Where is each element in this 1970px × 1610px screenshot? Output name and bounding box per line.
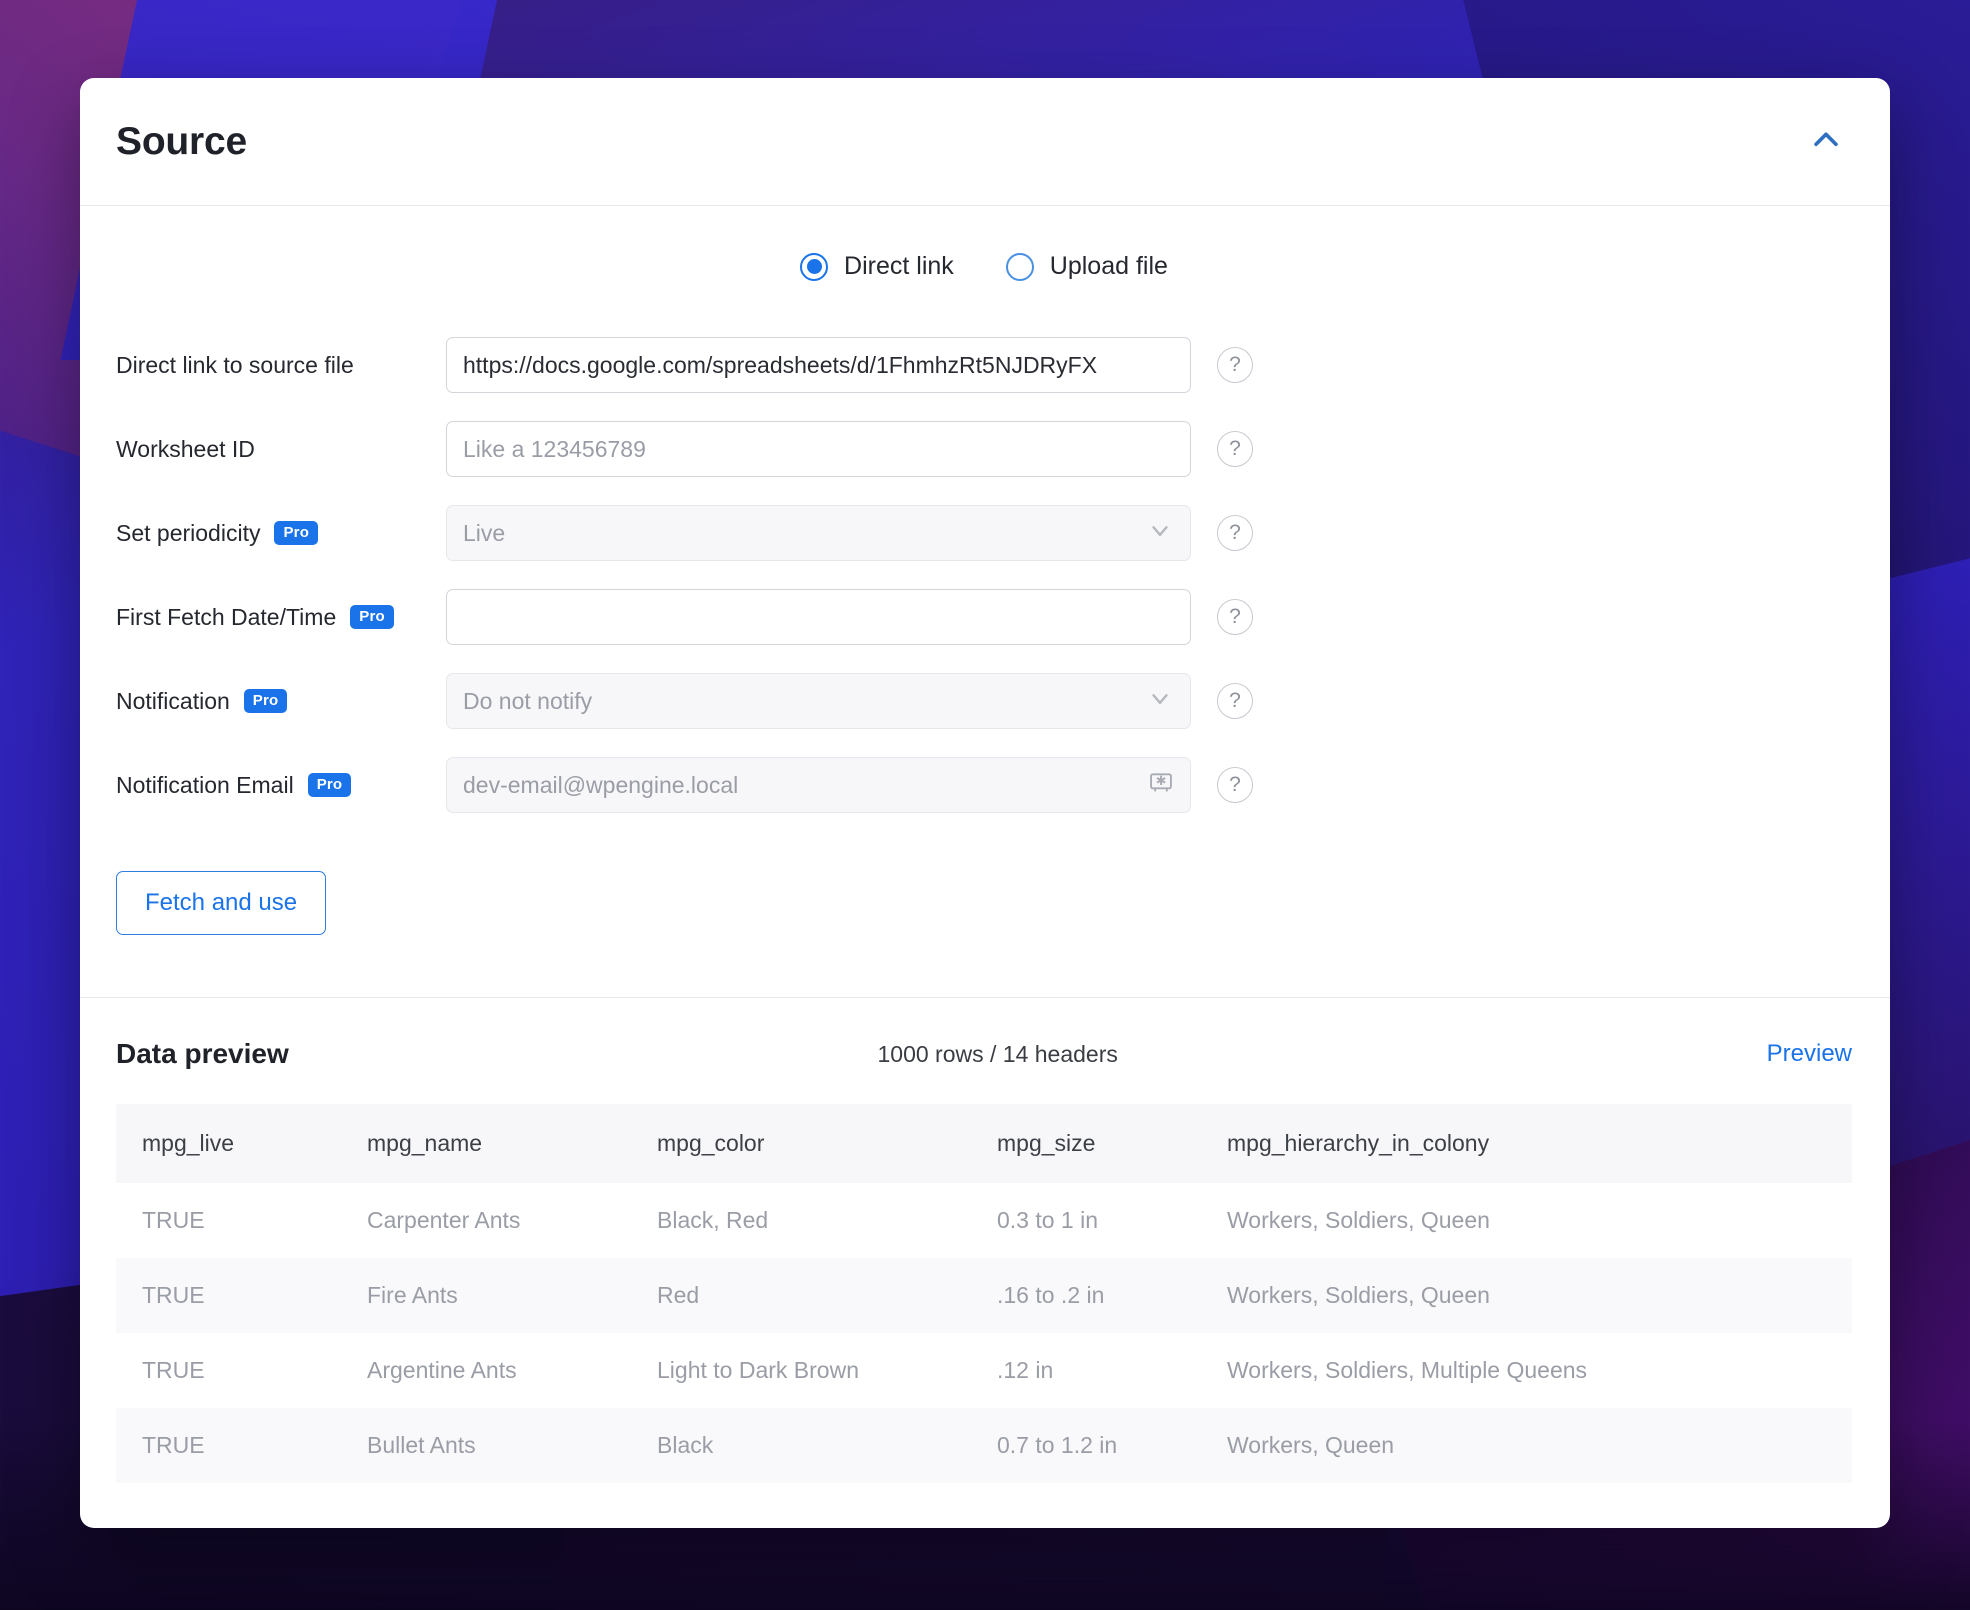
cell-live: TRUE — [142, 1357, 205, 1383]
cell-color: Black, Red — [657, 1207, 769, 1233]
help-icon-worksheet-id[interactable]: ? — [1217, 431, 1253, 467]
radio-upload-file-icon[interactable] — [1005, 252, 1034, 281]
password-manager-icon[interactable]: ✱ — [1147, 769, 1175, 802]
cell-color: Red — [631, 1258, 971, 1333]
radio-direct-link-icon[interactable] — [800, 252, 829, 281]
field-wrap-first-fetch — [446, 589, 1191, 645]
notification-select[interactable] — [446, 673, 1191, 729]
cell-live: TRUE — [142, 1207, 205, 1233]
page-title: Source — [116, 119, 248, 163]
field-wrap-notification-email: ✱ — [446, 757, 1191, 813]
form-row-direct-link: Direct link to source file ? — [116, 337, 1852, 393]
field-wrap-set-periodicity — [446, 505, 1191, 561]
cell-name: Fire Ants — [341, 1258, 631, 1333]
panel-body: Direct link Upload file Direct link to s… — [80, 206, 1890, 997]
radio-option-upload-file[interactable]: Upload file — [1005, 252, 1168, 281]
column-header-mpg-live: mpg_live — [116, 1104, 341, 1183]
data-preview-table: mpg_live mpg_name mpg_color mpg_size mpg… — [116, 1104, 1852, 1483]
help-icon-notification-email[interactable]: ? — [1217, 767, 1253, 803]
table-row: TRUE Carpenter Ants Black, Red 0.3 to 1 … — [116, 1183, 1852, 1258]
worksheet-id-input[interactable] — [446, 421, 1191, 477]
cell-name: Carpenter Ants — [367, 1207, 521, 1233]
label-set-periodicity: Set periodicity Pro — [116, 520, 446, 547]
preview-link[interactable]: Preview — [1767, 1040, 1852, 1068]
label-first-fetch: First Fetch Date/Time Pro — [116, 604, 446, 631]
direct-link-input[interactable] — [446, 337, 1191, 393]
data-preview-header: Data preview 1000 rows / 14 headers Prev… — [116, 1038, 1852, 1070]
column-header-mpg-hierarchy: mpg_hierarchy_in_colony — [1201, 1104, 1852, 1183]
table-row: TRUE Fire Ants Red .16 to .2 in Workers,… — [116, 1258, 1852, 1333]
help-icon-set-periodicity[interactable]: ? — [1217, 515, 1253, 551]
set-periodicity-select[interactable] — [446, 505, 1191, 561]
cell-hierarchy: Workers, Soldiers, Multiple Queens — [1227, 1357, 1588, 1383]
cell-name: Argentine Ants — [367, 1357, 517, 1383]
column-header-mpg-name: mpg_name — [341, 1104, 631, 1183]
chevron-up-icon — [1809, 123, 1843, 160]
form-row-set-periodicity: Set periodicity Pro ? — [116, 505, 1852, 561]
cell-hierarchy: Workers, Soldiers, Queen — [1201, 1258, 1852, 1333]
collapse-panel-button[interactable] — [1800, 116, 1852, 168]
data-preview-count: 1000 rows / 14 headers — [877, 1040, 1118, 1067]
notification-email-input[interactable] — [446, 757, 1191, 813]
form-row-notification: Notification Pro ? — [116, 673, 1852, 729]
cell-color: Light to Dark Brown — [657, 1357, 859, 1383]
radio-option-direct-link[interactable]: Direct link — [800, 252, 954, 281]
cell-color: Black — [631, 1408, 971, 1483]
form-row-first-fetch: First Fetch Date/Time Pro ? — [116, 589, 1852, 645]
help-icon-first-fetch[interactable]: ? — [1217, 599, 1253, 635]
cell-hierarchy: Workers, Soldiers, Queen — [1227, 1207, 1490, 1233]
source-panel: Source Direct link Upload file Direct li… — [80, 78, 1890, 1528]
table-header-row: mpg_live mpg_name mpg_color mpg_size mpg… — [116, 1104, 1852, 1183]
radio-upload-file-label: Upload file — [1049, 252, 1168, 280]
field-wrap-worksheet-id — [446, 421, 1191, 477]
cell-live: TRUE — [116, 1258, 341, 1333]
data-preview-section: Data preview 1000 rows / 14 headers Prev… — [80, 997, 1890, 1483]
table-row: TRUE Argentine Ants Light to Dark Brown … — [116, 1333, 1852, 1408]
cell-live: TRUE — [116, 1408, 341, 1483]
label-worksheet-id: Worksheet ID — [116, 435, 255, 462]
cell-size: .12 in — [997, 1357, 1054, 1383]
cell-name: Bullet Ants — [341, 1408, 631, 1483]
panel-header: Source — [80, 78, 1890, 206]
cell-size: .16 to .2 in — [971, 1258, 1201, 1333]
pro-badge-set-periodicity: Pro — [274, 521, 319, 545]
form-row-notification-email: Notification Email Pro ✱ ? — [116, 757, 1852, 813]
fetch-button-container: Fetch and use — [116, 871, 1852, 997]
fetch-and-use-button[interactable]: Fetch and use — [116, 871, 327, 935]
label-notification: Notification Pro — [116, 688, 446, 715]
help-icon-notification[interactable]: ? — [1217, 683, 1253, 719]
form-row-worksheet-id: Worksheet ID ? — [116, 421, 1852, 477]
first-fetch-datetime-input[interactable] — [446, 589, 1191, 645]
pro-badge-notification-email: Pro — [307, 773, 352, 797]
column-header-mpg-size: mpg_size — [971, 1104, 1201, 1183]
svg-text:✱: ✱ — [1156, 774, 1167, 789]
pro-badge-notification: Pro — [243, 689, 288, 713]
column-header-mpg-color: mpg_color — [631, 1104, 971, 1183]
label-notification-email: Notification Email Pro — [116, 772, 446, 799]
pro-badge-first-fetch: Pro — [350, 605, 394, 629]
label-direct-link: Direct link to source file — [116, 351, 354, 378]
source-type-radio-group: Direct link Upload file — [116, 252, 1852, 281]
help-icon-direct-link[interactable]: ? — [1217, 347, 1253, 383]
radio-direct-link-label: Direct link — [844, 252, 954, 280]
cell-size: 0.7 to 1.2 in — [971, 1408, 1201, 1483]
table-row: TRUE Bullet Ants Black 0.7 to 1.2 in Wor… — [116, 1408, 1852, 1483]
cell-hierarchy: Workers, Queen — [1201, 1408, 1852, 1483]
cell-size: 0.3 to 1 in — [997, 1207, 1099, 1233]
field-wrap-direct-link — [446, 337, 1191, 393]
field-wrap-notification — [446, 673, 1191, 729]
